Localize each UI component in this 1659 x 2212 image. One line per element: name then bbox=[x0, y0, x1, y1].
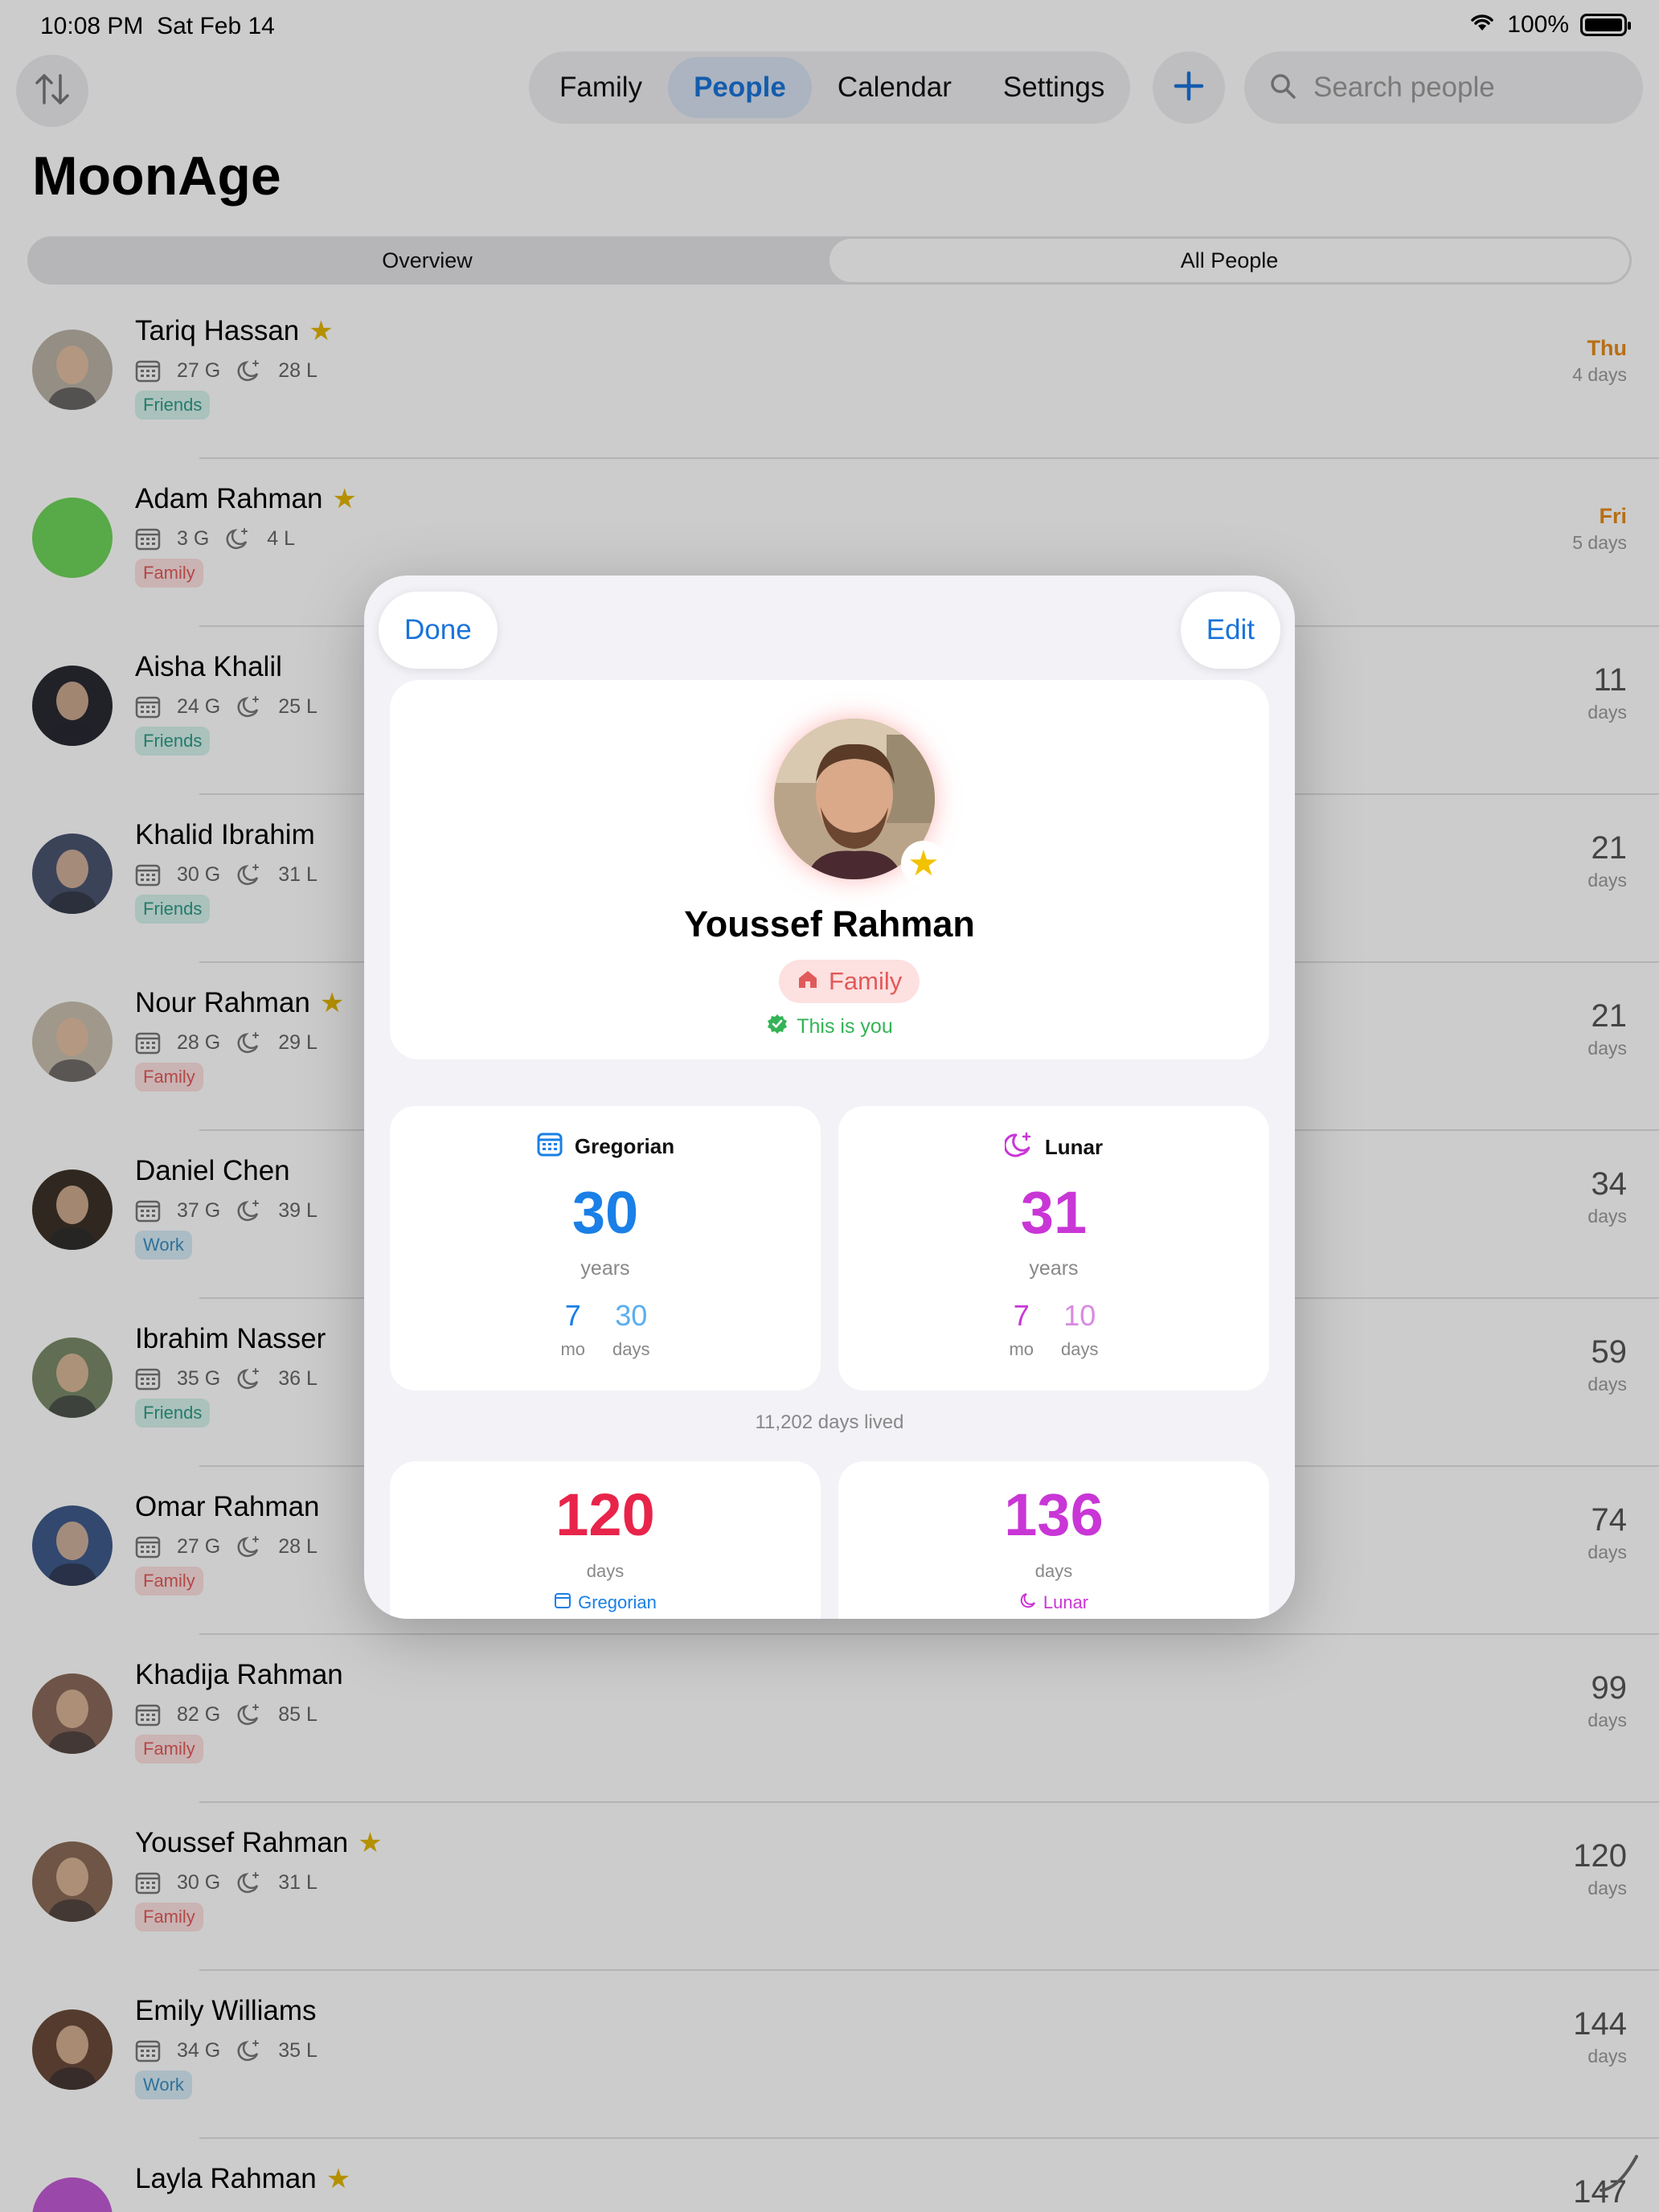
profile-group-label: Family bbox=[829, 967, 903, 995]
next-lunar-days: 136 bbox=[1004, 1481, 1104, 1548]
lunar-breakdown: 7 mo 10 days bbox=[838, 1299, 1269, 1360]
profile-name: Youssef Rahman bbox=[684, 903, 975, 944]
scroll-grabber-icon[interactable] bbox=[1595, 2149, 1643, 2201]
lunar-card-header: Lunar bbox=[838, 1130, 1269, 1165]
gregorian-breakdown: 7 mo 30 days bbox=[390, 1299, 821, 1360]
calendar-icon bbox=[536, 1130, 563, 1163]
verified-check-icon bbox=[766, 1013, 789, 1041]
next-lunar-label-row: Lunar bbox=[838, 1591, 1269, 1614]
this-is-you-label: This is you bbox=[797, 1015, 893, 1038]
done-button[interactable]: Done bbox=[379, 592, 498, 669]
gregorian-card-title: Gregorian bbox=[574, 1134, 675, 1158]
moon-stars-icon bbox=[1003, 1130, 1034, 1165]
next-gregorian-birthday-card: 120 days Gregorian bbox=[390, 1461, 821, 1619]
gregorian-card-header: Gregorian bbox=[390, 1130, 821, 1163]
lunar-years-unit: years bbox=[1029, 1257, 1079, 1280]
lunar-days-unit: days bbox=[1061, 1339, 1099, 1359]
profile-group-tag[interactable]: Family bbox=[779, 960, 920, 1003]
next-lunar-unit: days bbox=[1034, 1561, 1073, 1581]
next-gregorian-days: 120 bbox=[555, 1481, 655, 1548]
profile-card: ★ Youssef Rahman Family This is you bbox=[390, 680, 1269, 1059]
lunar-card-title: Lunar bbox=[1044, 1135, 1104, 1159]
gregorian-days: 30 bbox=[615, 1299, 648, 1332]
gregorian-days-unit: days bbox=[612, 1339, 650, 1359]
lunar-age-card: Lunar 31 years 7 mo 10 days bbox=[838, 1106, 1269, 1391]
gregorian-months-unit: mo bbox=[560, 1339, 586, 1359]
calendar-small-icon bbox=[554, 1591, 571, 1614]
next-lunar-label: Lunar bbox=[1043, 1592, 1089, 1612]
days-lived-label: 11,202 days lived bbox=[755, 1411, 904, 1433]
next-gregorian-label-row: Gregorian bbox=[390, 1591, 821, 1614]
lunar-years: 31 bbox=[1020, 1179, 1088, 1246]
edit-button[interactable]: Edit bbox=[1180, 592, 1280, 669]
person-detail-sheet: Done Edit ★ Youssef Rahman Family This i… bbox=[364, 576, 1295, 1619]
moon-small-icon bbox=[1019, 1591, 1037, 1614]
lunar-months: 7 bbox=[1013, 1299, 1030, 1332]
this-is-you-indicator: This is you bbox=[390, 1013, 1269, 1041]
gregorian-years: 30 bbox=[571, 1179, 639, 1246]
gregorian-months: 7 bbox=[564, 1299, 581, 1332]
gregorian-age-card: Gregorian 30 years 7 mo 30 days bbox=[390, 1106, 821, 1391]
next-gregorian-unit: days bbox=[586, 1561, 625, 1581]
lunar-months-unit: mo bbox=[1009, 1339, 1034, 1359]
gregorian-years-unit: years bbox=[580, 1257, 630, 1280]
next-gregorian-label: Gregorian bbox=[578, 1592, 657, 1612]
lunar-days: 10 bbox=[1063, 1299, 1096, 1332]
favorite-star-icon: ★ bbox=[901, 841, 946, 886]
next-lunar-birthday-card: 136 days Lunar bbox=[838, 1461, 1269, 1619]
house-icon bbox=[797, 967, 819, 996]
